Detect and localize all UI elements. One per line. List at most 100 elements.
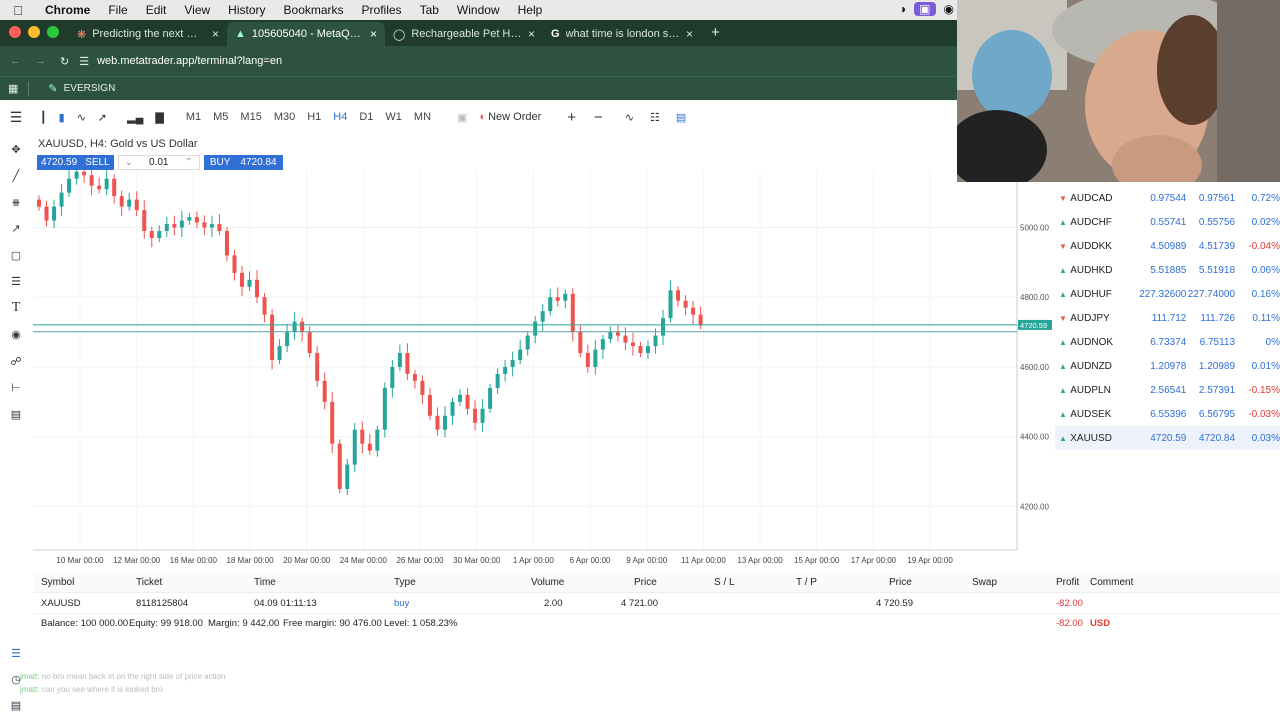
menu-profiles[interactable]: Profiles [353, 3, 411, 17]
zoom-in-icon[interactable]: + [561, 105, 582, 129]
timeframe-m5[interactable]: M5 [207, 111, 234, 123]
toolbox-list-icon[interactable]: ☰ [0, 640, 32, 666]
menu-help[interactable]: Help [509, 3, 552, 17]
col-comment[interactable]: Comment [1090, 577, 1133, 588]
new-tab-button[interactable]: + [701, 24, 730, 46]
timeframe-d1[interactable]: D1 [353, 111, 379, 123]
bar-chart-type-icon[interactable]: ┃ [34, 105, 53, 129]
channel-icon[interactable]: ⧻ [0, 189, 32, 216]
close-tab-icon[interactable]: × [370, 27, 377, 41]
menu-file[interactable]: File [99, 3, 136, 17]
site-settings-icon[interactable]: ☰ [79, 55, 89, 68]
zoom-window-button[interactable] [47, 26, 59, 38]
lot-stepper[interactable]: ⌄ 0.01 ⌃ [117, 155, 200, 170]
watchlist-row[interactable]: ▲ AUDNOK 6.73374 6.75113 0% [1055, 330, 1280, 354]
minimize-window-button[interactable] [28, 26, 40, 38]
close-tab-icon[interactable]: × [212, 27, 219, 41]
watchlist-row[interactable]: ▲ AUDHKD 5.51885 5.51918 0.06% [1055, 258, 1280, 282]
layers-icon[interactable]: ▤ [0, 401, 32, 428]
volume-icon[interactable]: ▂▄ [121, 105, 149, 129]
price-chart[interactable]: 5000.00 4800.00 4600.00 4400.00 4200.00 10 Ma… [33, 170, 1053, 570]
timeframe-h4[interactable]: H4 [327, 111, 353, 123]
crosshair-icon[interactable]: ✥ [0, 136, 32, 163]
watchlist-row[interactable]: ▼ AUDDKK 4.50989 4.51739 -0.04% [1055, 234, 1280, 258]
watchlist-row[interactable]: ▲ AUDCHF 0.55741 0.55756 0.02% [1055, 210, 1280, 234]
col-swap[interactable]: Swap [972, 577, 997, 588]
watchlist-row[interactable]: ▼ AUDJPY 111.712 111.726 0.11% [1055, 306, 1280, 330]
screen-record-icon[interactable]: ▣ [914, 2, 936, 16]
col-sl[interactable]: S / L [714, 577, 735, 588]
close-window-button[interactable] [9, 26, 21, 38]
timeframe-h1[interactable]: H1 [301, 111, 327, 123]
menu-bookmarks[interactable]: Bookmarks [275, 3, 353, 17]
depth-icon[interactable]: ▇ [149, 105, 169, 129]
apple-icon[interactable]:  [0, 3, 36, 18]
moon-icon[interactable]: ◑ [899, 2, 906, 16]
templates-icon[interactable]: ▤ [670, 105, 692, 129]
text-icon[interactable]: T [0, 295, 32, 322]
col-symbol[interactable]: Symbol [41, 577, 74, 588]
menu-history[interactable]: History [219, 3, 274, 17]
zoom-out-icon[interactable]: − [588, 105, 609, 129]
timeframe-m1[interactable]: M1 [180, 111, 207, 123]
browser-tab[interactable]: ◯ Rechargeable Pet Hair Clippe × [385, 22, 543, 46]
address-input[interactable]: web.metatrader.app/terminal?lang=en [97, 55, 282, 67]
forward-icon[interactable]: → [35, 55, 46, 67]
calendar-icon[interactable]: ☷ [644, 105, 666, 129]
timeframe-mn[interactable]: MN [408, 111, 437, 123]
reload-icon[interactable]: ↻ [60, 55, 69, 68]
indicator-add-icon[interactable]: ∿ [619, 105, 640, 129]
close-tab-icon[interactable]: × [686, 27, 693, 41]
control-center-icon[interactable]: ◉ [944, 2, 954, 16]
shape-icon[interactable]: ▢ [0, 242, 32, 269]
hamburger-menu-icon[interactable]: ☰ [0, 105, 32, 129]
menu-view[interactable]: View [175, 3, 219, 17]
watchlist-row[interactable]: ▼ AUDCAD 0.97544 0.97561 0.72% [1055, 186, 1280, 210]
one-click-icon[interactable]: ▣ [451, 105, 473, 129]
timeframe-m30[interactable]: M30 [268, 111, 301, 123]
lot-down-icon[interactable]: ⌄ [125, 157, 133, 168]
col-volume[interactable]: Volume [531, 577, 564, 588]
trend-line-icon[interactable]: ╱ [0, 163, 32, 190]
sell-label: SELL [85, 157, 110, 168]
lock-icon[interactable]: ☍ [0, 348, 32, 375]
position-row[interactable]: XAUUSD 8118125804 04.09 01:11:13 buy 2.0… [33, 593, 1280, 613]
col-price[interactable]: Price [634, 577, 657, 588]
timeframe-m15[interactable]: M15 [234, 111, 267, 123]
ray-icon[interactable]: ↗ [0, 216, 32, 243]
eye-icon[interactable]: ◉ [0, 322, 32, 349]
indicators-icon[interactable]: ➚ [92, 105, 113, 129]
buy-button[interactable]: BUY 4720.84 [203, 155, 283, 170]
lot-up-icon[interactable]: ⌃ [184, 157, 192, 168]
browser-tab[interactable]: Gwhat time is london session - × [543, 22, 701, 46]
watchlist-row[interactable]: ▲ AUDSEK 6.55396 6.56795 -0.03% [1055, 402, 1280, 426]
col-time[interactable]: Time [254, 577, 276, 588]
watchlist-row[interactable]: ▲ AUDHUF 227.32600 227.74000 0.16% [1055, 282, 1280, 306]
timeframe-w1[interactable]: W1 [379, 111, 408, 123]
bookmark-eversign[interactable]: EVERSIGN [64, 83, 116, 94]
browser-tab-active[interactable]: ▲ 105605040 - MetaQuotes-De × [227, 22, 385, 46]
col-price-current[interactable]: Price [889, 577, 912, 588]
sell-button[interactable]: 4720.59 SELL [37, 155, 114, 170]
menu-tab[interactable]: Tab [411, 3, 448, 17]
line-chart-type-icon[interactable]: ∿ [71, 105, 92, 129]
browser-tab[interactable]: ❋ Predicting the next move - Cl × [69, 22, 227, 46]
menu-app[interactable]: Chrome [36, 3, 99, 17]
fibonacci-icon[interactable]: ☰ [0, 269, 32, 296]
col-ticket[interactable]: Ticket [136, 577, 162, 588]
col-type[interactable]: Type [394, 577, 416, 588]
close-tab-icon[interactable]: × [528, 27, 535, 41]
back-icon[interactable]: ← [10, 55, 21, 67]
menu-window[interactable]: Window [448, 3, 509, 17]
col-tp[interactable]: T / P [796, 577, 817, 588]
candle-chart-type-icon[interactable]: ▮ [53, 105, 71, 129]
apps-grid-icon[interactable]: ▦ [8, 82, 18, 95]
lot-input[interactable]: 0.01 [149, 157, 168, 168]
objects-tree-icon[interactable]: ⊢ [0, 375, 32, 402]
watchlist-row[interactable]: ▲ AUDPLN 2.56541 2.57391 -0.15% [1055, 378, 1280, 402]
col-profit[interactable]: Profit [1056, 577, 1079, 588]
watchlist-row[interactable]: ▲ AUDNZD 1.20978 1.20989 0.01% [1055, 354, 1280, 378]
new-order-button[interactable]: New Order [488, 111, 541, 123]
menu-edit[interactable]: Edit [137, 3, 176, 17]
watchlist-row[interactable]: ▲ XAUUSD 4720.59 4720.84 0.03% [1055, 426, 1280, 450]
